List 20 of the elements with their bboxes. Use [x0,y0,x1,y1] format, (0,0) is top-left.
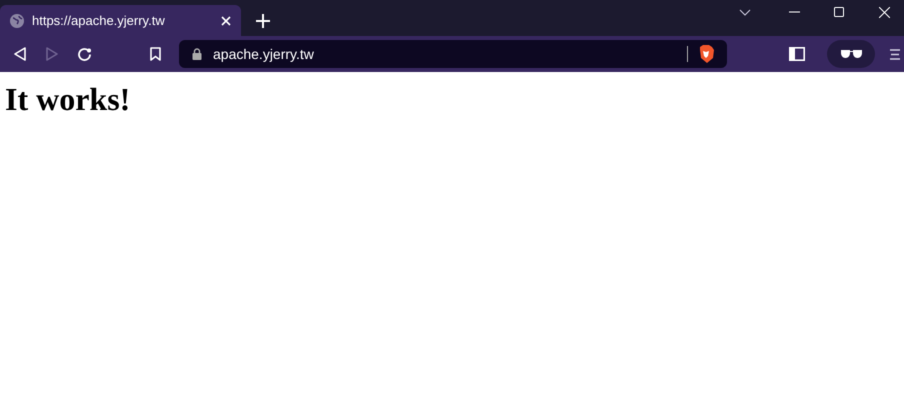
sidebar-icon[interactable] [789,47,805,61]
reload-icon[interactable] [77,46,92,62]
new-tab-icon[interactable] [256,14,270,28]
url-text: apache.yjerry.tw [213,44,315,64]
globe-icon [10,14,24,28]
tab-title: https://apache.yjerry.tw [32,12,166,30]
browser-tab[interactable]: https://apache.yjerry.tw [0,5,241,36]
address-bar[interactable]: apache.yjerry.tw [179,40,727,68]
back-icon[interactable] [14,47,26,61]
menu-icon[interactable] [890,48,900,60]
lock-icon [192,48,202,60]
privacy-button[interactable] [827,40,875,68]
close-icon[interactable] [879,6,890,18]
bookmark-icon[interactable] [150,47,161,61]
page-heading: It works! [5,80,132,118]
chevron-down-icon[interactable] [739,8,751,16]
close-icon[interactable] [221,16,231,26]
glasses-icon [840,50,862,58]
maximize-icon[interactable] [834,7,844,17]
minimize-icon[interactable] [789,11,800,13]
